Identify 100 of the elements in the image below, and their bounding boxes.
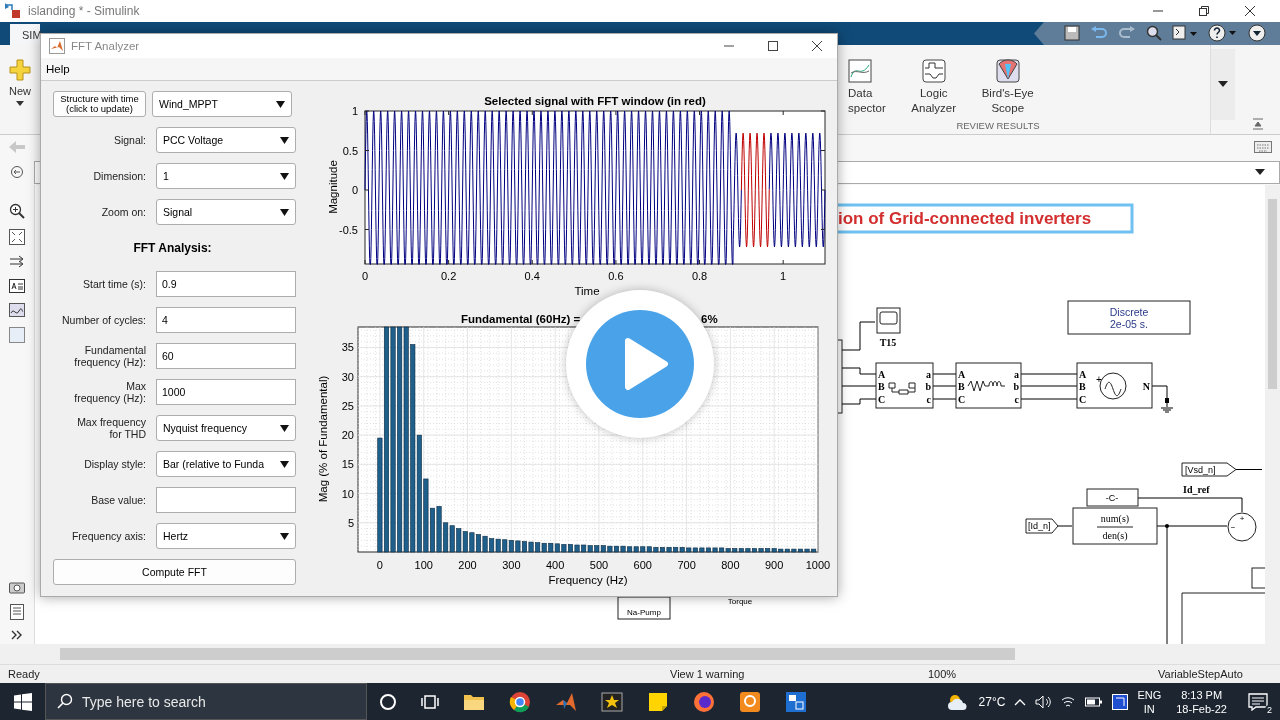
solver-label: Discrete 2e-05 s. — [1109, 305, 1149, 330]
goto-tag: [Vsd_n] — [1181, 462, 1237, 477]
block-label: T15 — [879, 336, 897, 348]
fox-icon[interactable] — [693, 690, 715, 713]
close-icon[interactable] — [811, 40, 823, 53]
caret-icon[interactable] — [1218, 80, 1228, 88]
window-app-icon[interactable] — [785, 690, 807, 713]
axis-tick-label: 500 — [589, 559, 609, 571]
axis-tick-label: 800 — [721, 559, 740, 571]
axis-tick-label: 700 — [677, 559, 696, 571]
chart-title: 6% — [701, 313, 718, 325]
axis-label: Mag (% of Fundamental) — [317, 375, 329, 503]
app-tray-icon[interactable] — [1112, 693, 1129, 710]
warning-link[interactable]: View 1 warning — [670, 668, 928, 680]
update-button[interactable]: Structure with time (click to update) — [53, 91, 146, 117]
port-label: C — [878, 393, 886, 405]
caret-icon[interactable] — [1014, 697, 1027, 706]
caret-icon[interactable] — [1255, 168, 1265, 176]
zoom-level: 100% — [928, 668, 958, 680]
ground-icon — [1160, 397, 1174, 413]
dropdown[interactable]: 1 — [156, 163, 296, 189]
field-label: Fundamental frequency (Hz): — [73, 344, 146, 368]
start-icon[interactable] — [14, 692, 32, 711]
input-field[interactable]: 60 — [156, 343, 296, 369]
ribbon-tool-button[interactable]: Data spector — [848, 58, 886, 120]
scope-block — [876, 307, 901, 334]
browser-icon[interactable] — [509, 690, 531, 713]
app-icon[interactable] — [739, 690, 761, 713]
vertical-scrollbar[interactable] — [1265, 184, 1280, 645]
axis-tick-label: 0.6 — [608, 270, 624, 282]
camera-icon[interactable] — [9, 580, 25, 595]
ribbon-tool-button[interactable]: Logic Analyzer — [907, 58, 960, 120]
input-field[interactable]: 4 — [156, 307, 296, 333]
ribbon-tool-button[interactable]: Bird's-Eye Scope — [981, 58, 1034, 120]
arrows-icon[interactable] — [9, 254, 25, 269]
search-field[interactable]: Type here to search — [45, 683, 367, 720]
axis-tick-label: 0.5 — [342, 144, 358, 157]
image-icon[interactable] — [9, 302, 25, 317]
port-label: C — [958, 393, 966, 405]
block-label: Torque — [727, 596, 753, 606]
field-label: Number of cycles: — [60, 314, 146, 326]
port-label: b — [1013, 380, 1019, 392]
signal-line — [841, 321, 876, 351]
expand-icon[interactable] — [11, 630, 23, 641]
community-icon[interactable] — [1172, 25, 1198, 42]
axis-tick-label: 1 — [351, 105, 358, 117]
axis-tick-label: 15 — [341, 458, 354, 471]
speaker-icon[interactable] — [1035, 694, 1052, 709]
keyboard-icon[interactable] — [1254, 141, 1272, 154]
dropdown[interactable]: Bar (relative to Funda — [156, 451, 296, 477]
axis-tick-label: 0 — [351, 184, 358, 196]
port-label: b — [925, 380, 931, 392]
dropdown-icon[interactable] — [1248, 24, 1266, 43]
section-label: REVIEW RESULTS — [955, 119, 1041, 133]
note-icon[interactable] — [647, 690, 669, 713]
menu-item[interactable]: Help — [46, 63, 70, 76]
port-label: a — [1014, 368, 1019, 380]
status-text: Ready — [8, 668, 41, 680]
port-label: B — [878, 380, 885, 392]
dropdown[interactable]: PCC Voltage — [156, 127, 296, 153]
hide-icon[interactable] — [10, 165, 24, 180]
port-label: C — [1079, 393, 1087, 405]
field-label: Dimension: — [92, 170, 146, 182]
zoom-icon[interactable] — [9, 202, 25, 219]
clock[interactable]: 8:13 PM 18-Feb-22 — [1176, 687, 1227, 716]
area-icon[interactable] — [9, 326, 25, 343]
field-label: Base value: — [90, 494, 146, 506]
maximize-icon[interactable] — [767, 40, 779, 53]
property-icon[interactable] — [10, 604, 24, 621]
fit-view-icon[interactable] — [9, 228, 25, 245]
caret-icon — [280, 460, 289, 468]
port-label: a — [926, 368, 931, 380]
port-label: N — [1142, 380, 1150, 392]
restore-icon[interactable] — [1198, 5, 1210, 17]
collapse-icon[interactable] — [1251, 117, 1264, 130]
input-field[interactable]: 1000 — [156, 379, 296, 405]
input-field[interactable] — [156, 487, 296, 513]
annotation-icon[interactable] — [9, 278, 25, 293]
wifi-icon[interactable] — [1060, 694, 1077, 709]
battery-icon[interactable] — [1085, 695, 1104, 708]
dropdown[interactable]: Signal — [156, 199, 296, 225]
compute-button[interactable]: Compute FFT — [53, 559, 296, 585]
help-icon[interactable] — [1208, 24, 1238, 43]
search-icon[interactable] — [1146, 25, 1162, 42]
cortana-icon[interactable] — [379, 692, 397, 711]
dropdown[interactable]: Nyquist frequency — [156, 415, 296, 441]
dropdown[interactable]: Wind_MPPT — [152, 91, 292, 117]
temperature[interactable]: 27°C — [978, 694, 1006, 709]
axis-label: Frequency (Hz) — [548, 574, 628, 586]
caret-icon — [16, 100, 24, 107]
window-title: FFT Analyzer — [71, 40, 140, 53]
close-icon[interactable] — [1244, 5, 1256, 17]
dropdown[interactable]: Hertz — [156, 523, 296, 549]
input-field[interactable]: 0.9 — [156, 271, 296, 297]
search-icon — [57, 693, 73, 709]
new-button[interactable]: New — [0, 44, 40, 134]
task-view-icon[interactable] — [421, 692, 439, 711]
axis-tick-label: 0 — [376, 559, 383, 571]
language-indicator[interactable]: ENG IN — [1137, 687, 1162, 716]
save-icon[interactable] — [1064, 25, 1080, 42]
